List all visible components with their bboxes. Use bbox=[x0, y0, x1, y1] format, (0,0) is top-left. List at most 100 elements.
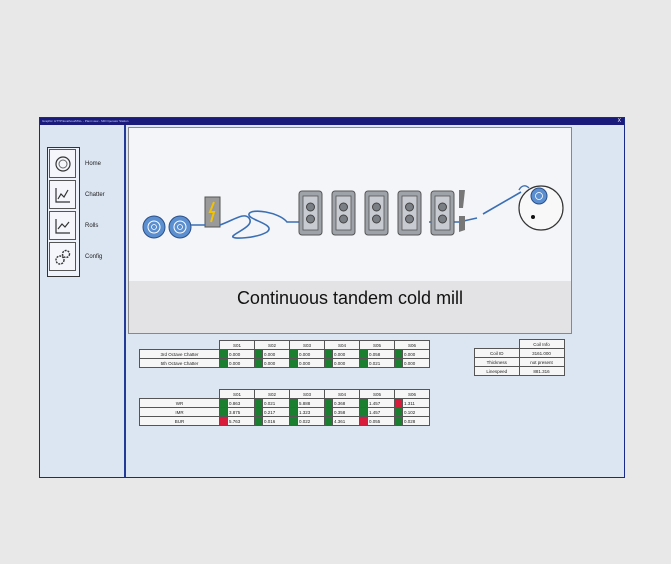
cell-value: 0.000 bbox=[262, 358, 290, 368]
mill-stands bbox=[298, 190, 455, 236]
status-indicator bbox=[359, 416, 368, 426]
mill-mimic-panel: Continuous tandem cold mill bbox=[128, 127, 572, 334]
col-header: S02 bbox=[254, 389, 290, 399]
nav-home-button[interactable] bbox=[49, 149, 76, 178]
close-button[interactable]: X bbox=[618, 118, 621, 125]
cell-value: 0.000 bbox=[332, 349, 360, 359]
cell-value: 0.358 bbox=[332, 407, 360, 417]
cell-value: 0.028 bbox=[402, 416, 430, 426]
status-indicator bbox=[394, 416, 403, 426]
title-bar: Graphic: HTTP/localhost/MILL - Plant vie… bbox=[40, 118, 624, 125]
col-header: S03 bbox=[289, 340, 325, 350]
coil-id-value: 3161.000 bbox=[518, 348, 565, 358]
status-indicator bbox=[359, 407, 368, 417]
table-row: Linespeed 881.316 bbox=[474, 366, 565, 376]
status-indicator bbox=[289, 416, 298, 426]
cell-value: 0.102 bbox=[402, 407, 430, 417]
status-indicator bbox=[219, 358, 228, 368]
status-indicator bbox=[359, 349, 368, 359]
col-header: S04 bbox=[324, 389, 360, 399]
cell-value: 3.875 bbox=[227, 407, 255, 417]
chatter-chart-icon bbox=[54, 187, 70, 203]
shear-top bbox=[459, 190, 465, 208]
cell-value: 0.058 bbox=[367, 349, 395, 359]
col-header: S06 bbox=[394, 340, 430, 350]
linespeed-value: 881.316 bbox=[518, 366, 565, 376]
cell-value: 1.323 bbox=[297, 407, 325, 417]
row-label: IMR bbox=[139, 407, 220, 417]
status-indicator bbox=[324, 358, 333, 368]
table-row: Thickness not present bbox=[474, 357, 565, 367]
nav-chatter-button[interactable] bbox=[49, 180, 76, 209]
cell-value: 1.311 bbox=[402, 398, 430, 408]
status-indicator bbox=[359, 358, 368, 368]
cell-value: 4.361 bbox=[332, 416, 360, 426]
status-indicator bbox=[394, 349, 403, 359]
nav-rolls-button[interactable] bbox=[49, 211, 76, 240]
gears-icon bbox=[54, 249, 70, 265]
corner-cell bbox=[475, 340, 520, 349]
cell-value: 0.863 bbox=[227, 398, 255, 408]
cell-value: 0.000 bbox=[297, 358, 325, 368]
status-indicator bbox=[219, 407, 228, 417]
app-window: Graphic: HTTP/localhost/MILL - Plant vie… bbox=[39, 117, 625, 478]
coiler bbox=[518, 185, 564, 231]
cell-value: 0.000 bbox=[402, 358, 430, 368]
mill-diagram bbox=[142, 185, 564, 239]
cell-value: 0.000 bbox=[402, 349, 430, 359]
cell-value: 0.000 bbox=[332, 358, 360, 368]
status-indicator bbox=[394, 358, 403, 368]
col-header: S01 bbox=[219, 389, 255, 399]
status-indicator bbox=[324, 349, 333, 359]
col-header: S03 bbox=[289, 389, 325, 399]
cell-value: 0.022 bbox=[297, 416, 325, 426]
col-header: S04 bbox=[324, 340, 360, 350]
status-indicator bbox=[324, 407, 333, 417]
cell-value: 5.763 bbox=[227, 416, 255, 426]
col-header: S05 bbox=[359, 340, 395, 350]
coil-info-table: Coil Info Coil ID 3161.000 Thickness not… bbox=[474, 339, 565, 376]
status-indicator bbox=[289, 398, 298, 408]
corner-cell bbox=[140, 341, 220, 350]
status-indicator bbox=[219, 398, 228, 408]
linespeed-label: Linespeed bbox=[474, 366, 520, 376]
rolls-chart-icon bbox=[54, 218, 70, 234]
status-indicator bbox=[254, 358, 263, 368]
payoff-coil-1 bbox=[142, 215, 166, 239]
status-indicator bbox=[254, 407, 263, 417]
table-row: 3rd Octave Chatter 0.000 0.000 0.000 0.0… bbox=[139, 349, 430, 359]
nav-panel bbox=[47, 147, 80, 277]
mimic-caption: Continuous tandem cold mill bbox=[236, 288, 464, 308]
status-indicator bbox=[289, 358, 298, 368]
payoff-coil-2 bbox=[168, 215, 192, 239]
status-indicator bbox=[219, 416, 228, 426]
nav-home-label: Home bbox=[85, 161, 102, 167]
status-indicator bbox=[254, 349, 263, 359]
col-header: S05 bbox=[359, 389, 395, 399]
table-row: IMR 3.875 0.217 1.323 0.358 1.457 0.102 bbox=[139, 407, 430, 417]
status-indicator bbox=[359, 398, 368, 408]
cell-value: 0.368 bbox=[332, 398, 360, 408]
cell-value: 0.021 bbox=[367, 358, 395, 368]
cell-value: 0.000 bbox=[227, 358, 255, 368]
nav-config-button[interactable] bbox=[49, 242, 76, 271]
window-title: Graphic: HTTP/localhost/MILL - Plant vie… bbox=[42, 119, 129, 123]
cell-value: 0.055 bbox=[367, 416, 395, 426]
rolls-table: S01 S02 S03 S04 S05 S06 WR 0.863 0.021 5… bbox=[139, 389, 430, 426]
nav-rolls-label: Rolls bbox=[85, 223, 99, 229]
col-header: S06 bbox=[394, 389, 430, 399]
status-indicator bbox=[289, 407, 298, 417]
status-indicator bbox=[394, 398, 403, 408]
cell-value: 5.888 bbox=[297, 398, 325, 408]
strip-path bbox=[191, 191, 522, 239]
col-header: S02 bbox=[254, 340, 290, 350]
col-header: S01 bbox=[219, 340, 255, 350]
status-indicator bbox=[254, 416, 263, 426]
welder-icon bbox=[204, 196, 221, 228]
row-label: 3rd Octave Chatter bbox=[139, 349, 220, 359]
table-row: BUR 5.763 0.016 0.022 4.361 0.055 0.028 bbox=[139, 416, 430, 426]
sidebar: Home Chatter Rolls Config bbox=[40, 125, 126, 477]
thickness-value: not present bbox=[518, 357, 565, 367]
chatter-table: S01 S02 S03 S04 S05 S06 3rd Octave Chatt… bbox=[139, 340, 430, 368]
status-indicator bbox=[324, 416, 333, 426]
